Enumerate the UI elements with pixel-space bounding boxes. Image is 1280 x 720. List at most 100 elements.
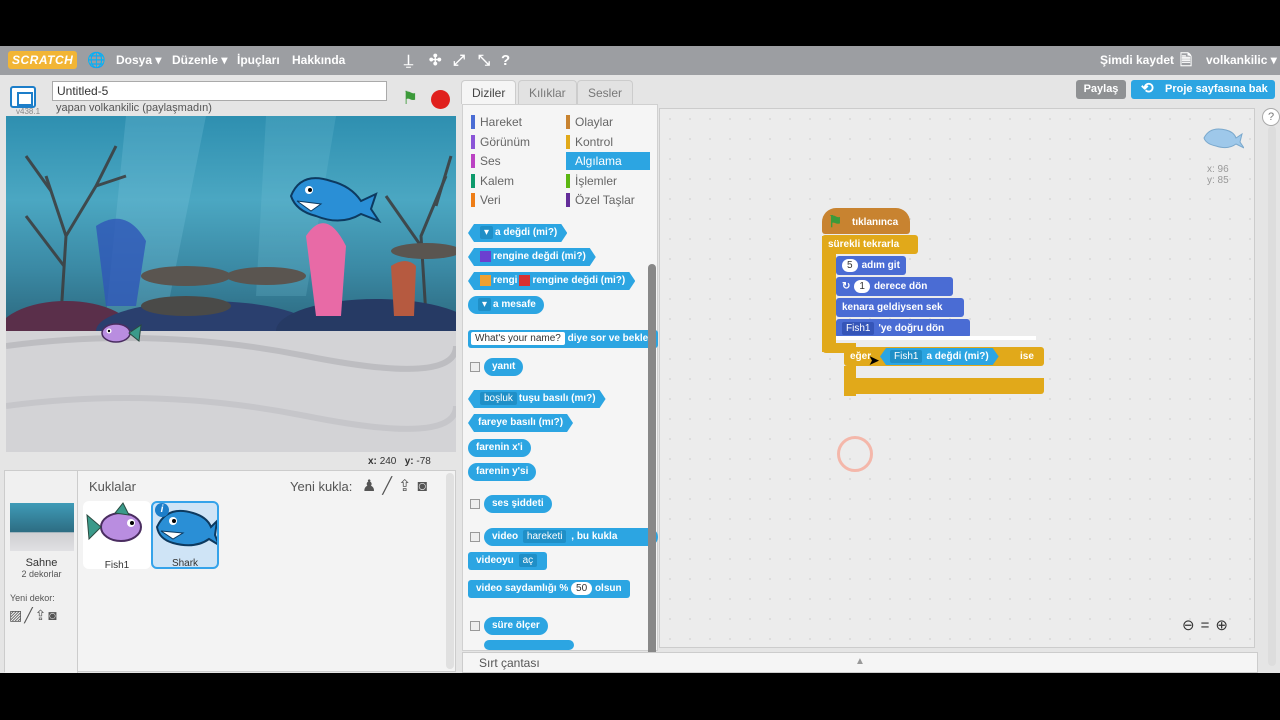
delete-icon[interactable]: ✣ <box>429 46 442 75</box>
camera-sprite-icon[interactable]: ◙ <box>417 478 433 495</box>
project-owner: yapan volkankilic (paylaşmadın) <box>56 102 212 114</box>
scratch-logo[interactable]: SCRATCH <box>8 51 78 69</box>
block-video-motion[interactable]: video hareketi , bu kukla <box>484 528 658 546</box>
stage-size-button[interactable] <box>10 86 36 108</box>
menu-tips[interactable]: İpuçları <box>237 46 280 75</box>
block-video-toggle[interactable]: videoyu aç <box>468 552 548 570</box>
top-menu-bar: SCRATCH 🌐 Dosya ▾ Düzenle ▾ İpuçları Hak… <box>0 46 1280 75</box>
menu-edit[interactable]: Düzenle ▾ <box>172 46 227 75</box>
block-touching[interactable]: ▾ a değdi (mi?) <box>468 224 567 242</box>
menu-about[interactable]: Hakkında <box>292 46 345 75</box>
click-indicator <box>837 436 873 472</box>
duplicate-icon[interactable]: ⍊ <box>404 46 413 75</box>
user-menu[interactable]: volkankilic ▾ <box>1206 46 1277 75</box>
paint-icon[interactable]: ╱ <box>24 607 34 623</box>
block-bounce[interactable]: kenara geldiysen sek <box>836 298 964 317</box>
block-video-transparency[interactable]: video saydamlığı % 50 olsun <box>468 580 630 598</box>
grow-icon[interactable]: ⤢ <box>453 46 465 75</box>
zoom-out-icon[interactable]: ⊖ <box>1182 617 1201 634</box>
block-loudness[interactable]: ses şiddeti <box>484 495 552 513</box>
block-when-flag-clicked[interactable]: ⚑ tıklanınca <box>822 208 910 234</box>
checkbox-loudness[interactable] <box>470 499 480 509</box>
project-title-input[interactable] <box>52 81 387 101</box>
sprite-tile-shark[interactable]: i Shark <box>151 501 222 569</box>
globe-icon[interactable]: 🌐 <box>87 46 106 75</box>
checkbox-answer[interactable] <box>470 362 480 372</box>
block-key-pressed[interactable]: boşluk tuşu basılı (mı?) <box>468 390 606 408</box>
block-forever[interactable]: sürekli tekrarla <box>822 235 918 254</box>
chevron-up-icon[interactable]: ▲ <box>855 656 865 667</box>
backdrops-count: 2 dekorlar <box>21 569 62 579</box>
block-turn[interactable]: ↻ 1 derece dön <box>836 277 953 296</box>
category-motion[interactable]: Hareket <box>471 113 522 131</box>
category-events[interactable]: Olaylar <box>566 113 613 131</box>
scratch-editor: SCRATCH 🌐 Dosya ▾ Düzenle ▾ İpuçları Hak… <box>0 46 1280 673</box>
green-flag-icon[interactable]: ⚑ <box>402 88 418 109</box>
dropdown-arrow[interactable]: ▾ <box>480 226 493 239</box>
category-more-blocks[interactable]: Özel Taşlar <box>566 191 635 209</box>
page-scrollbar[interactable] <box>1268 126 1276 666</box>
shrink-icon[interactable]: ⤡ <box>478 46 490 75</box>
paint-sprite-icon[interactable]: ╱ <box>382 478 398 495</box>
block-answer[interactable]: yanıt <box>484 358 524 376</box>
upload-sprite-icon[interactable]: ⇪ <box>398 478 417 495</box>
upload-icon[interactable]: ⇪ <box>35 607 49 623</box>
checkbox-video[interactable] <box>470 532 480 542</box>
sprite-list-scrollbar[interactable] <box>446 473 454 669</box>
category-control[interactable]: Kontrol <box>566 133 613 151</box>
rotate-icon: ↻ <box>842 281 851 292</box>
green-flag-icon: ⚑ <box>828 214 843 231</box>
save-now-link[interactable]: Şimdi kaydet <box>1100 46 1174 75</box>
category-sensing[interactable]: Algılama <box>566 152 650 170</box>
category-sound[interactable]: Ses <box>471 152 501 170</box>
sprites-title: Kuklalar <box>89 479 136 494</box>
block-mouse-down[interactable]: fareye basılı (mı?) <box>468 414 573 432</box>
stage-thumbnail[interactable] <box>10 503 74 551</box>
sprite-library-icon[interactable]: ♟ <box>362 478 382 495</box>
share-button[interactable]: Paylaş <box>1076 80 1126 99</box>
category-data[interactable]: Veri <box>471 191 501 209</box>
folder-icon[interactable]: 🗎 <box>1180 46 1192 75</box>
block-partial[interactable] <box>484 640 574 650</box>
see-project-page-button[interactable]: Proje sayfasına bak <box>1131 79 1275 99</box>
block-timer[interactable]: süre ölçer <box>484 617 548 635</box>
checkbox-timer[interactable] <box>470 621 480 631</box>
block-mouse-x[interactable]: farenin x'i <box>468 439 531 457</box>
if-foot <box>844 378 1044 394</box>
dropdown-arrow[interactable]: ▾ <box>478 298 492 311</box>
info-icon[interactable]: i <box>155 503 169 517</box>
block-mouse-y[interactable]: farenin y'si <box>468 463 537 481</box>
help-icon[interactable]: ? <box>1262 108 1280 126</box>
tab-sounds[interactable]: Sesler <box>577 80 634 104</box>
new-backdrop-label: Yeni dekor: <box>10 593 55 603</box>
block-distance[interactable]: ▾ a mesafe <box>468 296 544 314</box>
drop-indicator <box>836 336 1036 340</box>
camera-icon[interactable]: ◙ <box>48 607 58 623</box>
stage-canvas[interactable] <box>6 116 456 452</box>
stop-button[interactable] <box>431 90 450 109</box>
zoom-reset-icon[interactable]: = <box>1201 617 1216 634</box>
category-pen[interactable]: Kalem <box>471 172 514 190</box>
tab-scripts[interactable]: Diziler <box>461 80 517 104</box>
version-label: v438.1 <box>16 107 41 116</box>
menu-file[interactable]: Dosya ▾ <box>116 46 161 75</box>
block-color-touching-color[interactable]: rengi rengine değdi (mi?) <box>468 272 635 290</box>
sprite-tile-fish1[interactable]: Fish1 <box>83 501 151 571</box>
category-operators[interactable]: İşlemler <box>566 172 617 190</box>
block-touching-color[interactable]: rengine değdi (mi?) <box>468 248 596 266</box>
block-ask[interactable]: What's your name? diye sor ve bekle <box>468 330 658 348</box>
help-icon[interactable]: ? <box>501 46 510 75</box>
image-library-icon[interactable]: ▨ <box>9 607 24 623</box>
tab-costumes[interactable]: Kılıklar <box>518 80 577 104</box>
zoom-in-icon[interactable]: ⊕ <box>1215 617 1234 634</box>
block-move-steps[interactable]: 5 adım git <box>836 256 906 275</box>
sprite-panel: Sahne 2 dekorlar Yeni dekor: ▨╱⇪◙ Kuklal… <box>4 470 456 673</box>
mouse-cursor-icon: ➤ <box>868 352 880 368</box>
current-sprite-icon <box>1203 128 1244 149</box>
sprite-coords: x: 96 y: 85 <box>1207 164 1229 186</box>
block-touching-fish1[interactable]: Fish1 a değdi (mi?) <box>880 348 999 365</box>
sprite-name: Fish1 <box>104 560 130 571</box>
palette-scrollbar[interactable] <box>648 264 656 673</box>
stage-pane[interactable]: Sahne 2 dekorlar Yeni dekor: ▨╱⇪◙ <box>5 471 78 673</box>
category-looks[interactable]: Görünüm <box>471 133 530 151</box>
